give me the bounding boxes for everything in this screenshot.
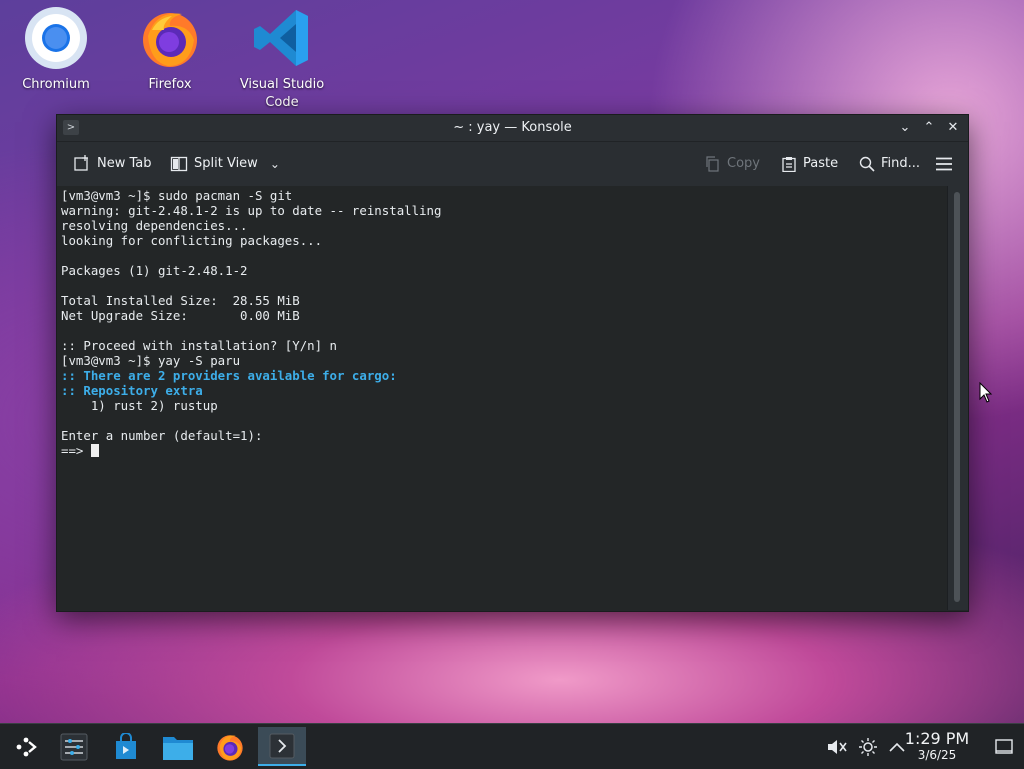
terminal-output[interactable]: [vm3@vm3 ~]$ sudo pacman -S git warning: … bbox=[57, 186, 947, 610]
terminal-line-text: [vm3@vm3 ~]$ yay -S paru bbox=[61, 353, 241, 368]
terminal-line-text: looking for conflicting packages... bbox=[61, 233, 323, 248]
window-title: ~ : yay — Konsole bbox=[453, 120, 572, 135]
terminal-line: Enter a number (default=1): bbox=[61, 428, 947, 443]
terminal-line-text: warning: git-2.48.1-2 is up to date -- r… bbox=[61, 203, 442, 218]
terminal-line: Total Installed Size: 28.55 MiB bbox=[61, 293, 947, 308]
terminal-line-text: resolving dependencies... bbox=[61, 218, 248, 233]
terminal-line-text: :: Repository extra bbox=[61, 383, 203, 398]
copy-label: Copy bbox=[727, 156, 760, 171]
system-tray bbox=[826, 724, 906, 769]
split-view-button[interactable]: Split View ⌄ bbox=[170, 153, 280, 175]
clock-time: 1:29 PM bbox=[904, 729, 970, 748]
volume-muted-icon[interactable] bbox=[826, 737, 848, 757]
new-tab-label: New Tab bbox=[97, 156, 152, 171]
hamburger-menu-icon bbox=[936, 157, 952, 171]
file-manager-icon bbox=[163, 737, 193, 760]
terminal-scrollbar[interactable] bbox=[947, 186, 968, 610]
window-titlebar[interactable]: > ~ : yay — Konsole ⌄ ⌃ ✕ bbox=[57, 115, 968, 142]
terminal-line: 1) rust 2) rustup bbox=[61, 398, 947, 413]
brightness-icon[interactable] bbox=[858, 737, 878, 757]
taskbar-firefox[interactable] bbox=[210, 730, 250, 764]
desktop-icon-label: Visual Studio Code bbox=[239, 77, 325, 110]
terminal-line: ==> bbox=[61, 443, 947, 458]
konsole-icon bbox=[269, 733, 295, 758]
terminal-line-text: Enter a number (default=1): bbox=[61, 428, 263, 443]
terminal-line-text: :: There are 2 providers available for c… bbox=[61, 368, 397, 383]
show-desktop-button[interactable] bbox=[984, 730, 1024, 764]
terminal-line: Net Upgrade Size: 0.00 MiB bbox=[61, 308, 947, 323]
terminal-line: [vm3@vm3 ~]$ sudo pacman -S git bbox=[61, 188, 947, 203]
system-settings-icon bbox=[60, 733, 88, 761]
copy-icon bbox=[706, 156, 719, 172]
close-icon[interactable]: ✕ bbox=[946, 115, 960, 141]
search-icon bbox=[859, 156, 875, 172]
taskbar-file-manager[interactable] bbox=[158, 730, 198, 764]
terminal-line: Packages (1) git-2.48.1-2 bbox=[61, 263, 947, 278]
desktop-icon-firefox[interactable]: Firefox bbox=[122, 0, 218, 94]
text-cursor bbox=[90, 444, 99, 457]
desktop-icon-vscode[interactable]: Visual Studio Code bbox=[234, 0, 330, 112]
terminal-line: :: Repository extra bbox=[61, 383, 947, 398]
maximize-icon[interactable]: ⌃ bbox=[922, 115, 936, 141]
split-view-label: Split View bbox=[194, 156, 258, 171]
desktop-icon-chromium[interactable]: Chromium bbox=[8, 0, 104, 94]
chromium-icon bbox=[25, 7, 87, 69]
chevron-down-icon[interactable]: ⌄ bbox=[270, 153, 280, 175]
konsole-toolbar: New Tab Split View ⌄ Copy Paste Find... bbox=[57, 142, 968, 187]
paste-icon bbox=[782, 157, 796, 172]
clock-date: 3/6/25 bbox=[917, 748, 957, 762]
terminal-line: warning: git-2.48.1-2 is up to date -- r… bbox=[61, 203, 947, 218]
minimize-icon[interactable]: ⌄ bbox=[898, 115, 912, 141]
terminal-line: looking for conflicting packages... bbox=[61, 233, 947, 248]
terminal-line-text: Packages (1) git-2.48.1-2 bbox=[61, 263, 248, 278]
application-launcher[interactable] bbox=[6, 730, 46, 764]
digital-clock[interactable]: 1:29 PM 3/6/25 bbox=[902, 730, 972, 763]
terminal-line: [vm3@vm3 ~]$ yay -S paru bbox=[61, 353, 947, 368]
terminal-line-text: ==> bbox=[61, 443, 91, 458]
copy-button[interactable]: Copy bbox=[705, 153, 760, 175]
paste-button[interactable]: Paste bbox=[781, 153, 838, 175]
new-tab-button[interactable]: New Tab bbox=[73, 153, 152, 175]
taskbar-konsole[interactable] bbox=[258, 727, 306, 766]
find-button[interactable]: Find... bbox=[859, 153, 920, 175]
terminal-line: resolving dependencies... bbox=[61, 218, 947, 233]
terminal-line-text: [vm3@vm3 ~]$ sudo pacman -S git bbox=[61, 188, 293, 203]
desktop-icon-label: Firefox bbox=[148, 77, 192, 92]
taskbar-discover[interactable] bbox=[106, 730, 146, 764]
new-tab-icon bbox=[74, 155, 88, 171]
application-launcher-icon bbox=[16, 737, 37, 757]
scrollbar-thumb[interactable] bbox=[954, 192, 960, 602]
taskbar-system-settings[interactable] bbox=[54, 730, 94, 764]
vscode-icon bbox=[254, 10, 308, 66]
taskbar: 1:29 PM 3/6/25 bbox=[0, 723, 1024, 769]
konsole-app-icon[interactable]: > bbox=[63, 120, 79, 135]
find-label: Find... bbox=[881, 156, 921, 171]
terminal-line-text: :: Proceed with installation? [Y/n] n bbox=[61, 338, 338, 353]
terminal-line-text: Net Upgrade Size: 0.00 MiB bbox=[61, 308, 300, 323]
terminal-line: :: There are 2 providers available for c… bbox=[61, 368, 947, 383]
terminal-line-text: Total Installed Size: 28.55 MiB bbox=[61, 293, 300, 308]
show-desktop-icon bbox=[995, 739, 1013, 754]
konsole-window: > ~ : yay — Konsole ⌄ ⌃ ✕ New Tab Split … bbox=[56, 114, 969, 612]
firefox-icon bbox=[143, 13, 197, 67]
split-view-icon bbox=[170, 156, 188, 172]
mouse-pointer-icon bbox=[979, 382, 993, 403]
hamburger-menu-button[interactable] bbox=[935, 153, 953, 175]
firefox-icon bbox=[217, 735, 243, 761]
discover-store-icon bbox=[116, 733, 136, 759]
desktop-icon-label: Chromium bbox=[22, 77, 90, 92]
terminal-line-text: 1) rust 2) rustup bbox=[61, 398, 218, 413]
paste-label: Paste bbox=[803, 156, 839, 171]
terminal-line: :: Proceed with installation? [Y/n] n bbox=[61, 338, 947, 353]
